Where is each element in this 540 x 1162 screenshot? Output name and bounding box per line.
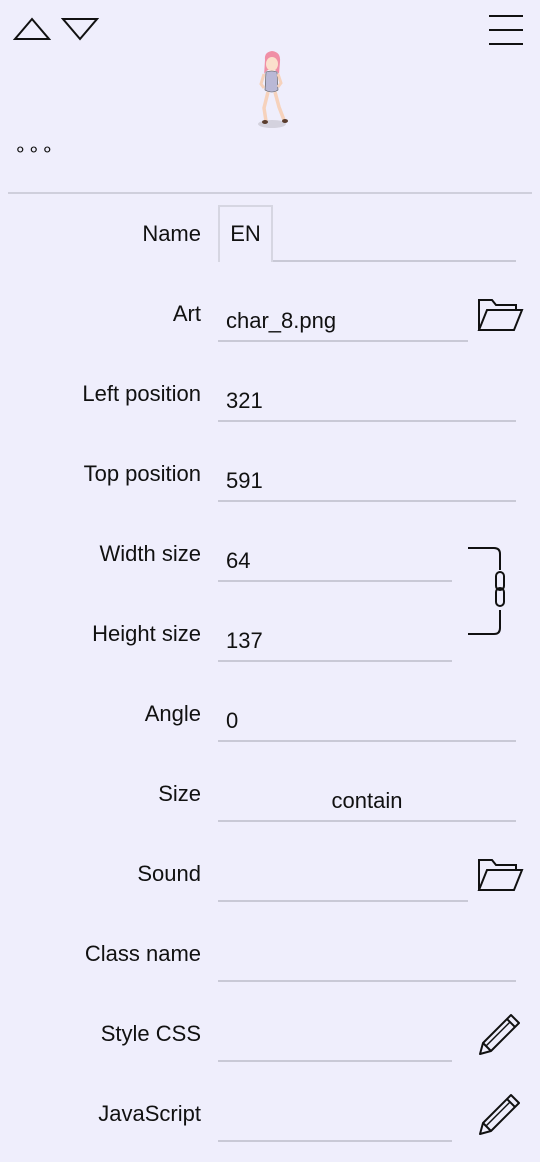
height-size-value: 137 (226, 628, 263, 653)
left-position-field[interactable]: 321 (218, 382, 516, 422)
move-up-button[interactable] (13, 16, 51, 42)
style-css-edit-button[interactable] (476, 1010, 524, 1058)
triangle-down-icon (61, 18, 99, 41)
chain-link-icon (468, 547, 505, 635)
pencil-icon (479, 1094, 520, 1135)
size-label: Size (158, 781, 201, 806)
class-name-field[interactable] (218, 942, 516, 982)
art-field[interactable]: char_8.png (218, 302, 468, 342)
hamburger-menu-icon (489, 15, 523, 45)
triangle-up-icon (13, 17, 51, 40)
style-css-field[interactable] (218, 1022, 452, 1062)
left-position-label: Left position (82, 381, 201, 406)
width-size-value: 64 (226, 548, 251, 573)
left-position-value: 321 (226, 388, 263, 413)
size-select[interactable]: contain (218, 782, 516, 822)
style-css-label: Style CSS (100, 1021, 201, 1046)
width-size-label: Width size (99, 541, 201, 566)
javascript-field[interactable] (218, 1102, 452, 1142)
folder-icon (477, 859, 524, 891)
top-position-label: Top position (83, 461, 201, 486)
sound-browse-button[interactable] (476, 854, 524, 894)
language-badge[interactable]: EN (218, 205, 273, 262)
art-browse-button[interactable] (476, 294, 524, 334)
angle-field[interactable]: 0 (218, 702, 516, 742)
sound-field[interactable] (218, 862, 468, 902)
javascript-label: JavaScript (98, 1101, 201, 1126)
character-sprite (252, 50, 292, 135)
pencil-icon (479, 1014, 520, 1055)
width-size-field[interactable]: 64 (218, 542, 452, 582)
more-options-button[interactable]: ∘∘∘ (14, 138, 55, 162)
move-down-button[interactable] (61, 16, 99, 42)
sound-label: Sound (137, 861, 201, 886)
height-size-field[interactable]: 137 (218, 622, 452, 662)
art-value: char_8.png (226, 308, 337, 333)
top-position-field[interactable]: 591 (218, 462, 516, 502)
divider (8, 192, 532, 194)
javascript-edit-button[interactable] (476, 1090, 524, 1138)
folder-icon (477, 299, 524, 331)
aspect-ratio-lock-button[interactable] (466, 546, 506, 638)
menu-button[interactable] (488, 14, 524, 46)
top-position-value: 591 (226, 468, 263, 493)
size-value: contain (331, 788, 403, 813)
art-label: Art (172, 301, 201, 326)
class-name-label: Class name (84, 941, 201, 966)
angle-value: 0 (226, 708, 239, 733)
name-label: Name (142, 221, 201, 246)
height-size-label: Height size (92, 621, 201, 646)
angle-label: Angle (144, 701, 201, 726)
